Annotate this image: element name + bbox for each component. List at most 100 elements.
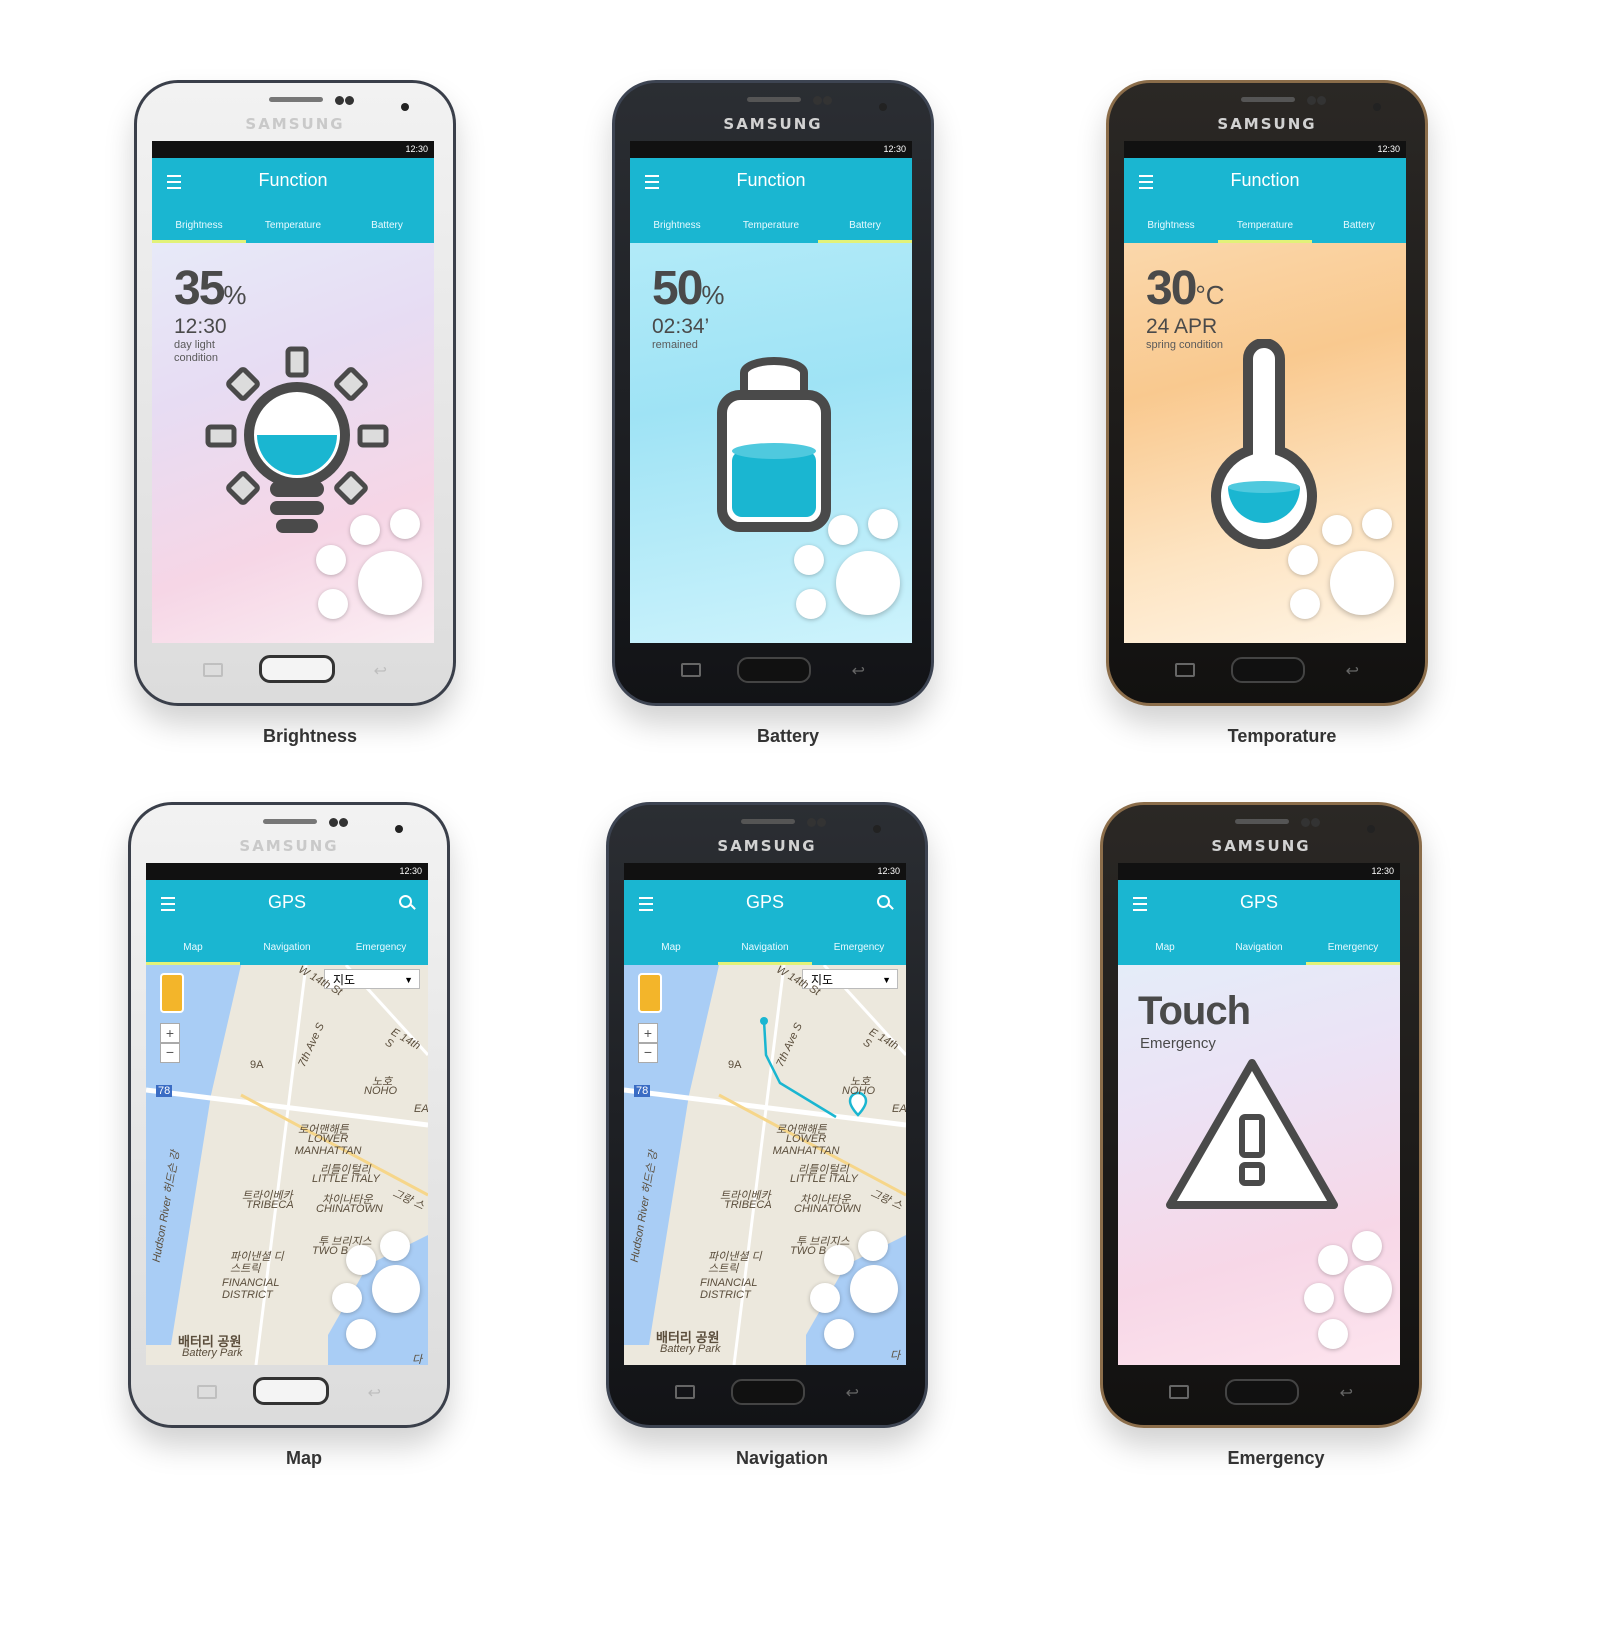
zoom-out-button[interactable]: − bbox=[638, 1043, 658, 1063]
thermometer-fab[interactable] bbox=[380, 1231, 410, 1261]
back-icon[interactable]: ↩ bbox=[1346, 661, 1359, 681]
status-bar: 12:30 bbox=[1124, 141, 1406, 158]
tab-brightness[interactable]: Brightness bbox=[152, 211, 246, 243]
battery-fab[interactable] bbox=[1318, 1245, 1348, 1275]
main-fab[interactable] bbox=[1330, 551, 1394, 615]
recent-apps-icon[interactable] bbox=[681, 663, 701, 677]
tab-temperature[interactable]: Temperature bbox=[724, 211, 818, 243]
recent-apps-icon[interactable] bbox=[203, 663, 223, 677]
zoom-out-button[interactable]: − bbox=[160, 1043, 180, 1063]
brand-logo: SAMSUNG bbox=[723, 115, 823, 133]
tab-emergency[interactable]: Emergency bbox=[812, 933, 906, 965]
lightbulb-fab[interactable] bbox=[794, 545, 824, 575]
home-button[interactable] bbox=[253, 1377, 329, 1405]
lightbulb-fab[interactable] bbox=[1304, 1283, 1334, 1313]
thermometer-fab[interactable] bbox=[390, 509, 420, 539]
tab-temperature[interactable]: Temperature bbox=[1218, 211, 1312, 243]
lightbulb-fab[interactable] bbox=[1288, 545, 1318, 575]
tab-brightness[interactable]: Brightness bbox=[630, 211, 724, 243]
zoom-in-button[interactable]: + bbox=[160, 1023, 180, 1043]
tab-navigation[interactable]: Navigation bbox=[718, 933, 812, 965]
tab-emergency[interactable]: Emergency bbox=[334, 933, 428, 965]
back-icon[interactable]: ↩ bbox=[1340, 1383, 1353, 1403]
thermometer-fab[interactable] bbox=[868, 509, 898, 539]
thermometer-fab[interactable] bbox=[1362, 509, 1392, 539]
recent-apps-icon[interactable] bbox=[1169, 1385, 1189, 1399]
home-button[interactable] bbox=[1225, 1379, 1299, 1405]
search-icon[interactable] bbox=[399, 895, 412, 908]
tab-brightness[interactable]: Brightness bbox=[1124, 211, 1218, 243]
caption: Navigation bbox=[735, 1448, 828, 1468]
map-view[interactable]: + − 지도 ▼ W 14th St E 14th S 7th Ave S 노호 … bbox=[624, 964, 906, 1365]
main-fab[interactable] bbox=[358, 551, 422, 615]
recent-apps-icon[interactable] bbox=[675, 1385, 695, 1399]
location-fab[interactable] bbox=[318, 589, 348, 619]
screen-battery-cell: SAMSUNG 12:30 Function Brightness Temper… bbox=[528, 0, 1048, 800]
home-button[interactable] bbox=[1231, 657, 1305, 683]
pegman-icon[interactable] bbox=[160, 973, 184, 1013]
tab-navigation[interactable]: Navigation bbox=[1212, 933, 1306, 965]
search-icon[interactable] bbox=[877, 895, 890, 908]
main-fab[interactable] bbox=[1344, 1265, 1392, 1313]
tab-emergency[interactable]: Emergency bbox=[1306, 933, 1400, 965]
warning-icon[interactable] bbox=[1162, 1055, 1342, 1215]
back-icon[interactable]: ↩ bbox=[846, 1383, 859, 1403]
main-fab[interactable] bbox=[850, 1265, 898, 1313]
pegman-icon[interactable] bbox=[638, 973, 662, 1013]
battery-fab[interactable] bbox=[828, 515, 858, 545]
tab-battery[interactable]: Battery bbox=[1312, 211, 1406, 243]
value: 35 bbox=[174, 262, 225, 315]
zoom-in-button[interactable]: + bbox=[638, 1023, 658, 1043]
status-time: 12:30 bbox=[1377, 144, 1400, 154]
value-display: 35% bbox=[174, 265, 247, 319]
lightbulb-fab[interactable] bbox=[316, 545, 346, 575]
recent-apps-icon[interactable] bbox=[1175, 663, 1195, 677]
thermometer-fab[interactable] bbox=[1352, 1231, 1382, 1261]
tab-bar: Map Navigation Emergency bbox=[1118, 933, 1400, 965]
value: 50 bbox=[652, 262, 703, 315]
main-fab[interactable] bbox=[372, 1265, 420, 1313]
tab-battery[interactable]: Battery bbox=[340, 211, 434, 243]
location-fab[interactable] bbox=[346, 1319, 376, 1349]
location-fab[interactable] bbox=[1318, 1319, 1348, 1349]
brand-logo: SAMSUNG bbox=[717, 837, 817, 855]
battery-fab[interactable] bbox=[1322, 515, 1352, 545]
tab-map[interactable]: Map bbox=[1118, 933, 1212, 965]
back-icon[interactable]: ↩ bbox=[374, 661, 387, 681]
value: 30 bbox=[1146, 262, 1197, 315]
location-fab[interactable] bbox=[796, 589, 826, 619]
recent-apps-icon[interactable] bbox=[197, 1385, 217, 1399]
tab-map[interactable]: Map bbox=[624, 933, 718, 965]
main-fab[interactable] bbox=[836, 551, 900, 615]
tab-map[interactable]: Map bbox=[146, 933, 240, 965]
lightbulb-fab[interactable] bbox=[332, 1283, 362, 1313]
tab-bar: Brightness Temperature Battery bbox=[630, 211, 912, 243]
tab-navigation[interactable]: Navigation bbox=[240, 933, 334, 965]
brand-logo: SAMSUNG bbox=[245, 115, 345, 133]
home-button[interactable] bbox=[737, 657, 811, 683]
status-bar: 12:30 bbox=[1118, 863, 1400, 880]
status-bar: 12:30 bbox=[624, 863, 906, 880]
battery-fab[interactable] bbox=[346, 1245, 376, 1275]
screen-map-cell: SAMSUNG 12:30 GPS Map Navigation Emergen… bbox=[44, 722, 564, 1522]
home-button[interactable] bbox=[259, 655, 335, 683]
lightbulb-fab[interactable] bbox=[810, 1283, 840, 1313]
back-icon[interactable]: ↩ bbox=[852, 661, 865, 681]
home-button[interactable] bbox=[731, 1379, 805, 1405]
phone-black: SAMSUNG 12:30 Function Brightness Temper… bbox=[612, 80, 934, 706]
camera bbox=[807, 818, 816, 827]
note: remained bbox=[652, 339, 698, 351]
battery-fab[interactable] bbox=[824, 1245, 854, 1275]
app-title: GPS bbox=[1239, 892, 1278, 912]
map-view[interactable]: + − 지도 ▼ W 14th St E 14th S 7th Ave S 노호 … bbox=[146, 964, 428, 1365]
map-label: TWO B bbox=[790, 1245, 827, 1257]
back-icon[interactable]: ↩ bbox=[368, 1383, 381, 1403]
location-fab[interactable] bbox=[824, 1319, 854, 1349]
location-fab[interactable] bbox=[1290, 589, 1320, 619]
battery-fab[interactable] bbox=[350, 515, 380, 545]
screen-brightness-cell: SAMSUNG 12:30 Function Brightness Temper… bbox=[50, 0, 570, 800]
tab-battery[interactable]: Battery bbox=[818, 211, 912, 243]
thermometer-fab[interactable] bbox=[858, 1231, 888, 1261]
content[interactable]: Touch Emergency bbox=[1118, 965, 1400, 1365]
tab-temperature[interactable]: Temperature bbox=[246, 211, 340, 243]
